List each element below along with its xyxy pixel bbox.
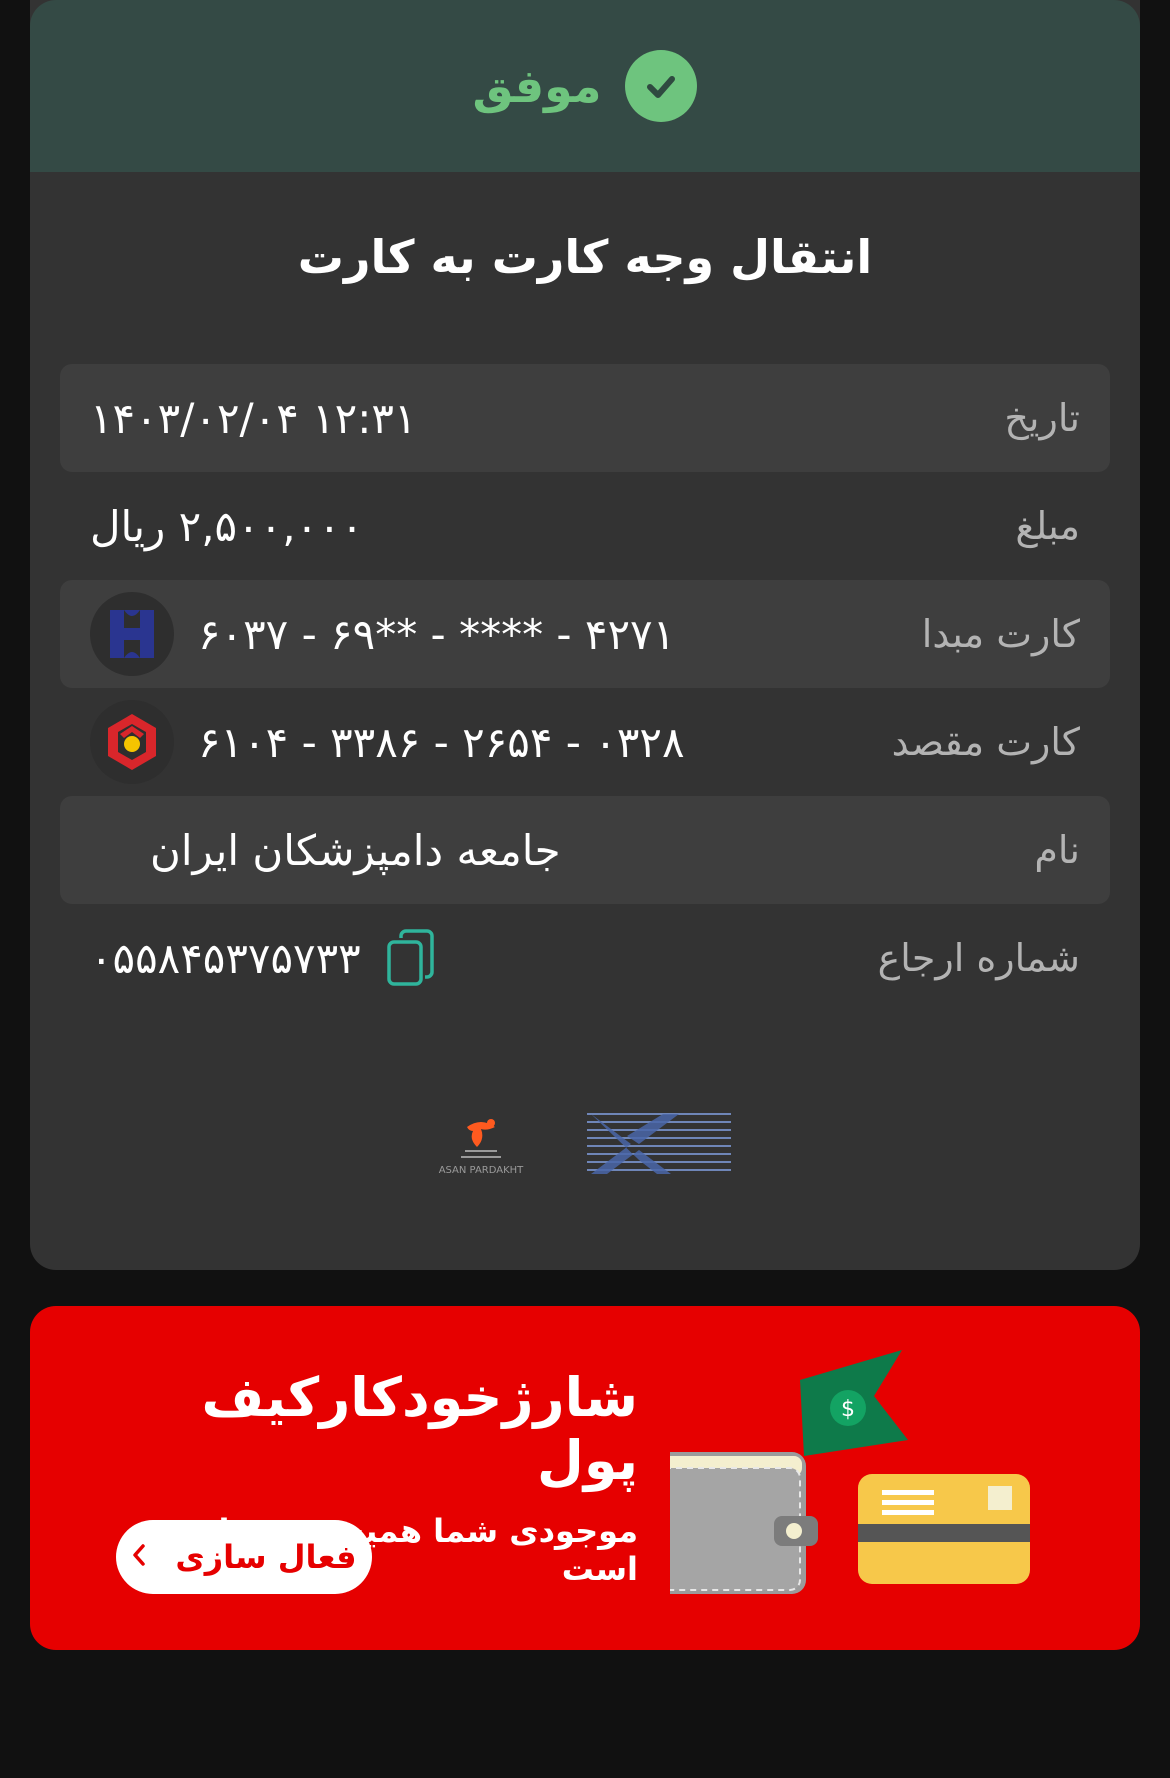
row-dest-card: ۶۱۰۴ - ۳۳۸۶ - ۲۶۵۴ - ۰۳۲۸ کارت مقصد [60, 688, 1110, 796]
row-date: ۱۴۰۳/۰۲/۰۴ ۱۲:۳۱ تاریخ [60, 364, 1110, 472]
activate-button[interactable]: فعال سازی [116, 1520, 372, 1594]
dest-card-label: کارت مقصد [891, 720, 1080, 764]
dest-card-number: ۶۱۰۴ - ۳۳۸۶ - ۲۶۵۴ - ۰۳۲۸ [198, 717, 685, 767]
chevron-left-icon [131, 1543, 147, 1571]
amount-value: ۲,۵۰۰,۰۰۰ ریال [90, 501, 364, 551]
svg-text:$: $ [841, 1397, 855, 1422]
source-card-label: کارت مبدا [921, 612, 1080, 656]
activate-button-label: فعال سازی [175, 1538, 357, 1576]
date-value: ۱۴۰۳/۰۲/۰۴ ۱۲:۳۱ [90, 393, 417, 443]
reference-number: ۰۵۵۸۴۵۳۷۵۷۳۳ [90, 933, 361, 983]
copy-icon[interactable] [385, 928, 437, 988]
shaparak-logo [587, 1110, 732, 1182]
asan-pardakht-logo: ASAN PARDAKHT [438, 1117, 524, 1176]
asan-pardakht-caption: ASAN PARDAKHT [438, 1164, 524, 1176]
amount-label: مبلغ [1015, 504, 1080, 548]
details-list: ۱۴۰۳/۰۲/۰۴ ۱۲:۳۱ تاریخ ۲,۵۰۰,۰۰۰ ریال مب… [60, 364, 1110, 1012]
row-name: جامعه دامپزشکان ایران نام [60, 796, 1110, 904]
wallet-autocharge-banner[interactable]: شارژخودکارکیف پول موجودی شما همیشه برقرا… [30, 1306, 1140, 1650]
reference-label: شماره ارجاع [877, 936, 1080, 980]
row-reference: ۰۵۵۸۴۵۳۷۵۷۳۳ شماره ارجاع [60, 904, 1110, 1012]
receipt-card: موفق انتقال وجه کارت به کارت ۱۴۰۳/۰۲/۰۴ … [30, 0, 1140, 1270]
mellat-bank-logo [90, 700, 174, 784]
footer-logos: ASAN PARDAKHT [30, 1110, 1140, 1182]
date-label: تاریخ [1004, 396, 1080, 440]
row-amount: ۲,۵۰۰,۰۰۰ ریال مبلغ [60, 472, 1110, 580]
name-label: نام [1034, 828, 1080, 872]
recipient-name: جامعه دامپزشکان ایران [150, 825, 561, 875]
wallet-illustration: $ [616, 1336, 1130, 1626]
source-card-number: ۶۰۳۷ - ۶۹** - **** - ۴۲۷۱ [198, 609, 676, 659]
transaction-title: انتقال وجه کارت به کارت [297, 230, 873, 284]
status-text: موفق [472, 59, 602, 113]
saderat-bank-logo [90, 592, 174, 676]
row-source-card: ۶۰۳۷ - ۶۹** - **** - ۴۲۷۱ کارت مبدا [60, 580, 1110, 688]
check-icon [625, 50, 698, 122]
banner-title: شارژخودکارکیف پول [201, 1366, 638, 1492]
status-header: موفق [30, 0, 1140, 172]
